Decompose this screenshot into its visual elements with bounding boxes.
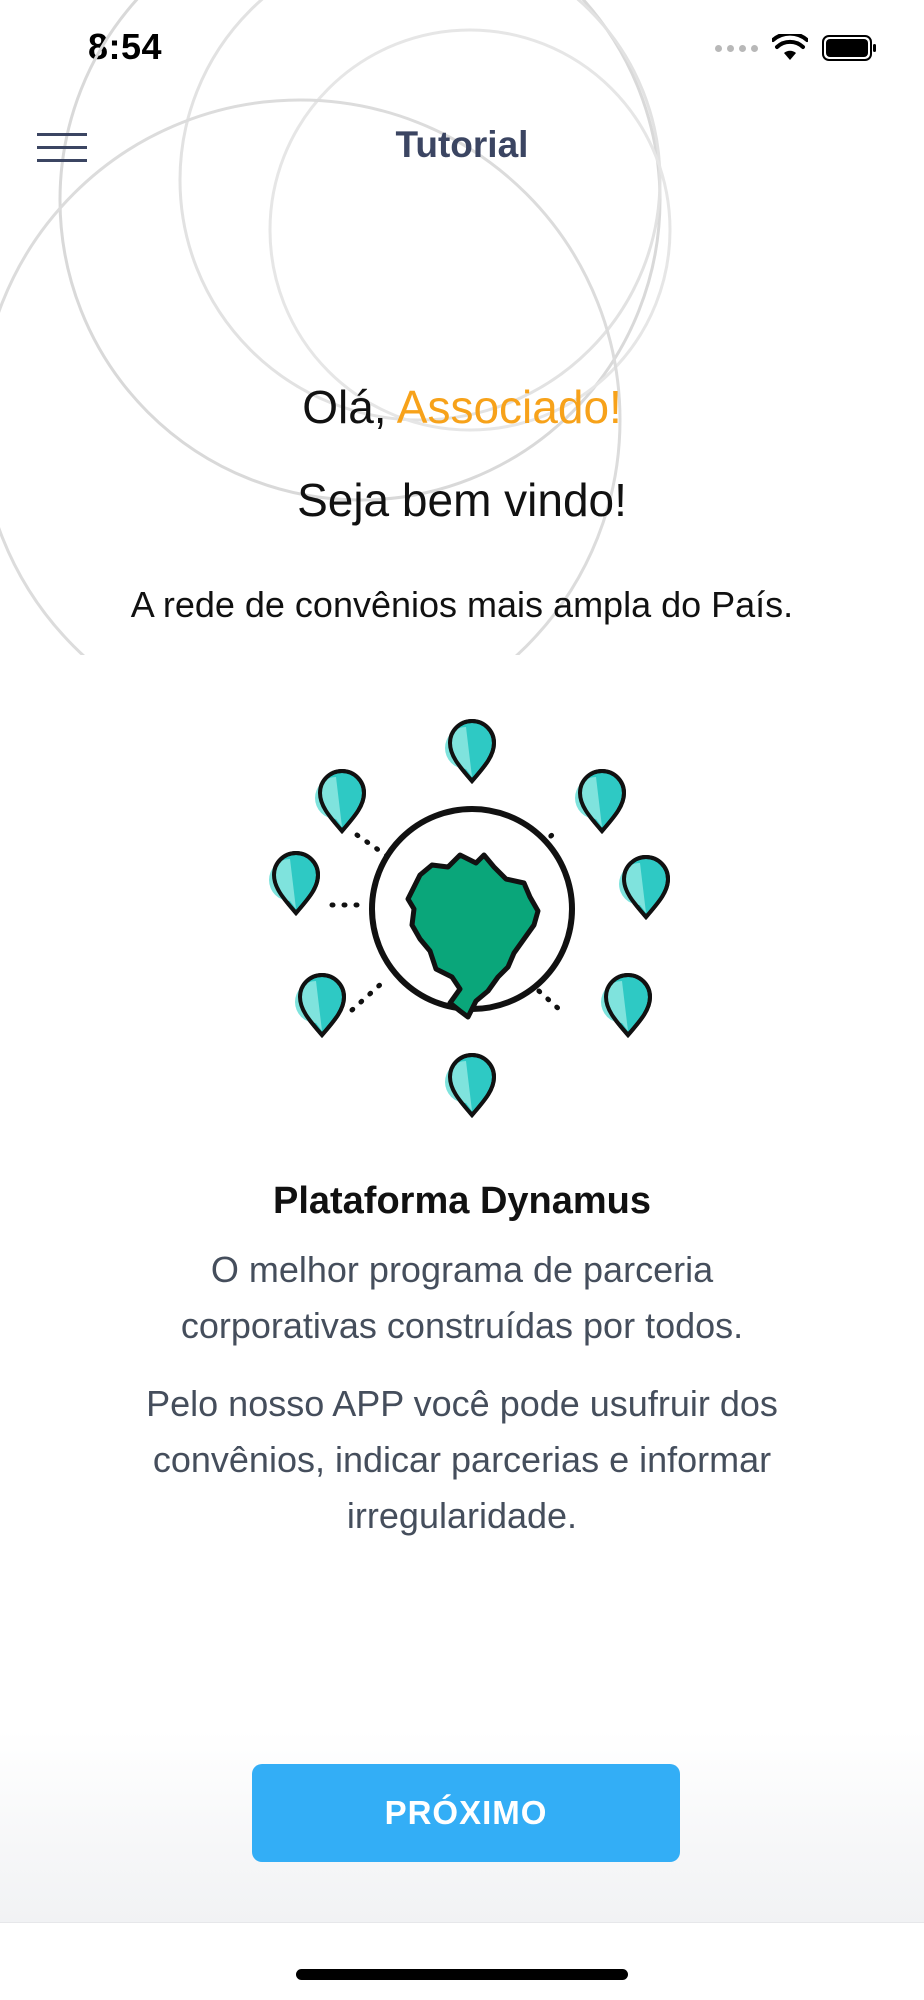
tagline-text: A rede de convênios mais ampla do País. [130, 584, 794, 625]
brazil-map-with-location-pins-icon [267, 719, 670, 1117]
welcome-heading: Seja bem vindo! [297, 474, 627, 526]
status-bar: 8:54 [0, 0, 924, 100]
greeting-name: Associado! [396, 381, 622, 433]
home-indicator[interactable] [296, 1969, 628, 1980]
wifi-icon [772, 34, 808, 60]
cellular-signal-icon [715, 44, 758, 52]
feature-details: Pelo nosso APP você pode usufruir dos co… [146, 1383, 778, 1536]
status-time: 8:54 [88, 26, 163, 67]
navigation-bar: Tutorial [0, 100, 924, 196]
next-button[interactable]: PRÓXIMO [252, 1764, 680, 1862]
greeting-heading: Olá, Associado! [0, 380, 924, 434]
status-icons [715, 34, 878, 62]
page-title: Tutorial [395, 124, 529, 165]
greeting-prefix: Olá, [302, 381, 397, 433]
battery-icon [822, 35, 876, 61]
feature-description: O melhor programa de parceria corporativ… [180, 1249, 744, 1346]
feature-title: Plataforma Dynamus [272, 1180, 651, 1222]
